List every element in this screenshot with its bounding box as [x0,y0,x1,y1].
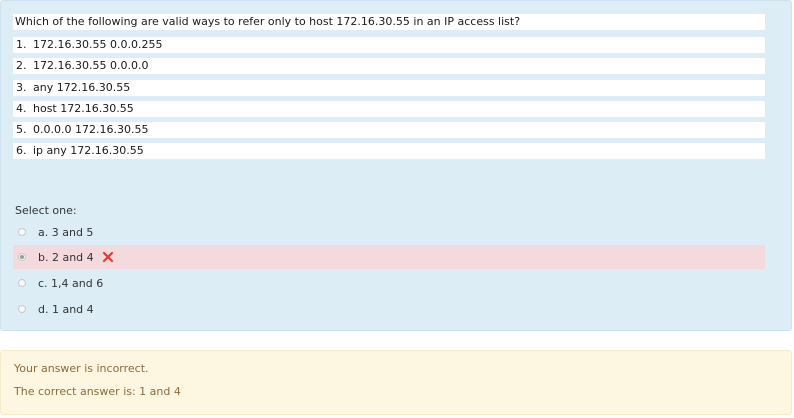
radio-button[interactable] [18,305,26,313]
option-text: 0.0.0.0 172.16.30.55 [33,123,149,136]
choice-d[interactable]: d. 1 and 4 [13,297,765,321]
choice-a[interactable]: a. 3 and 5 [13,220,765,244]
option-line-4: 4. host 172.16.30.55 [13,101,765,117]
radio-button[interactable] [18,279,26,287]
option-text: any 172.16.30.55 [33,81,131,94]
choice-c[interactable]: c. 1,4 and 6 [13,271,765,295]
option-text: 172.16.30.55 0.0.0.255 [33,38,163,51]
choice-label[interactable]: b. 2 and 4 [38,251,94,264]
option-number: 6. [16,144,27,157]
option-text: host 172.16.30.55 [33,102,134,115]
feedback-result: Your answer is incorrect. [14,362,149,375]
choice-label[interactable]: a. 3 and 5 [38,226,93,239]
close-x-icon [102,251,114,263]
option-line-2: 2. 172.16.30.55 0.0.0.0 [13,58,765,74]
question-text: Which of the following are valid ways to… [13,14,765,30]
option-text: ip any 172.16.30.55 [33,144,144,157]
option-number: 5. [16,123,27,136]
radio-button[interactable] [18,228,26,236]
option-line-3: 3. any 172.16.30.55 [13,80,765,96]
option-number: 1. [16,38,27,51]
option-line-5: 5. 0.0.0.0 172.16.30.55 [13,122,765,138]
option-line-6: 6. ip any 172.16.30.55 [13,143,765,159]
feedback-panel: Your answer is incorrect. The correct an… [0,350,792,415]
choice-label[interactable]: d. 1 and 4 [38,303,94,316]
option-line-1: 1. 172.16.30.55 0.0.0.255 [13,37,765,53]
radio-button-checked[interactable] [18,253,26,261]
select-one-label: Select one: [15,204,77,217]
choice-b[interactable]: b. 2 and 4 [13,245,765,269]
feedback-correct-answer: The correct answer is: 1 and 4 [14,385,181,398]
choice-label[interactable]: c. 1,4 and 6 [38,277,103,290]
option-number: 2. [16,59,27,72]
option-number: 4. [16,102,27,115]
option-number: 3. [16,81,27,94]
option-text: 172.16.30.55 0.0.0.0 [33,59,149,72]
question-panel: Which of the following are valid ways to… [0,0,792,331]
